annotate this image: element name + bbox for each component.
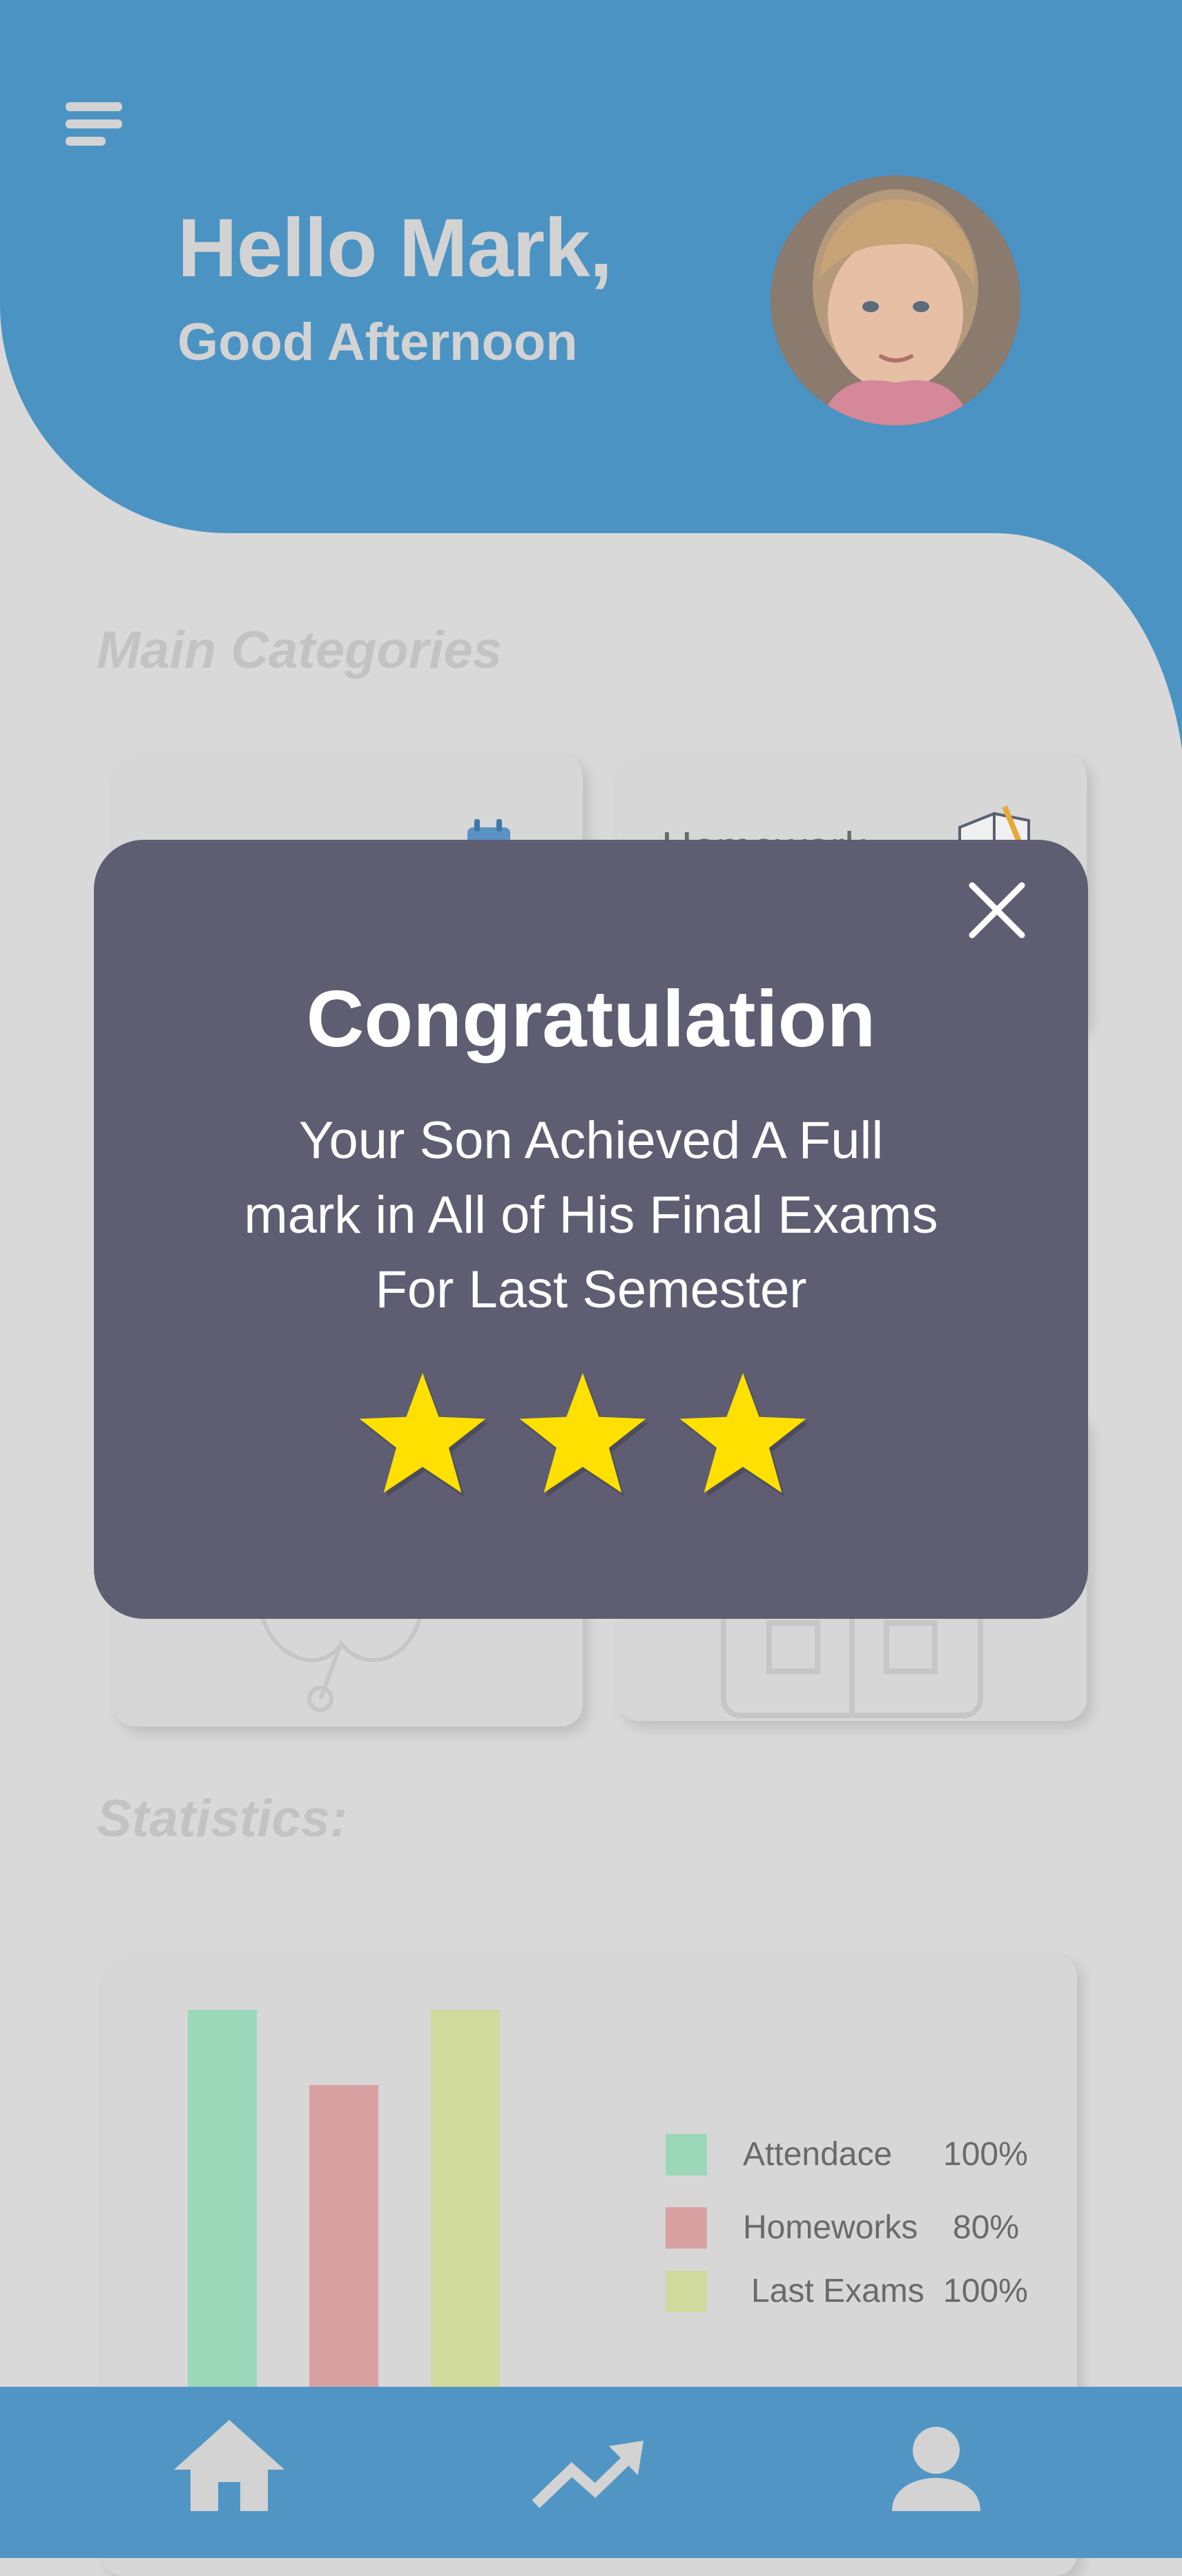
close-icon[interactable] xyxy=(962,876,1031,945)
legend-swatch xyxy=(666,2134,707,2175)
modal-title: Congratulation xyxy=(306,974,876,1064)
person-icon[interactable] xyxy=(867,2407,1005,2532)
bottom-navigation xyxy=(0,2387,1182,2558)
legend-label: Attendace xyxy=(743,2136,893,2173)
home-icon[interactable] xyxy=(160,2407,298,2532)
trending-up-icon[interactable] xyxy=(519,2407,657,2532)
book-icon xyxy=(721,1602,983,1718)
avatar[interactable] xyxy=(771,175,1020,425)
chart-bar xyxy=(431,2010,500,2387)
legend-value: 80% xyxy=(953,2209,1020,2246)
modal-message-line: mark in All of His Final Exams xyxy=(244,1186,938,1244)
rating-stars xyxy=(345,1367,837,1519)
statistics-title: Statistics: xyxy=(97,1789,348,1848)
star-icon xyxy=(679,1373,809,1497)
legend-value: 100% xyxy=(943,2273,1028,2309)
legend-label: Homeworks xyxy=(743,2209,918,2246)
modal-message-line: Your Son Achieved A Full xyxy=(298,1111,884,1170)
chart-bar xyxy=(188,2010,257,2387)
modal-message: Your Son Achieved A Full mark in All of … xyxy=(207,1104,975,1327)
legend-label: Last Exams xyxy=(751,2273,924,2309)
greeting-subtitle: Good Afternoon xyxy=(177,313,578,372)
legend-swatch xyxy=(666,2207,707,2249)
greeting-title: Hello Mark, xyxy=(177,202,612,294)
legend-swatch xyxy=(666,2271,707,2312)
legend-value: 100% xyxy=(943,2136,1028,2173)
main-categories-title: Main Categories xyxy=(97,621,503,680)
hamburger-menu-icon[interactable] xyxy=(66,102,122,146)
star-icon xyxy=(359,1373,489,1497)
star-icon xyxy=(519,1373,649,1497)
chart-bar xyxy=(309,2085,378,2387)
modal-message-line: For Last Semester xyxy=(375,1260,807,1319)
